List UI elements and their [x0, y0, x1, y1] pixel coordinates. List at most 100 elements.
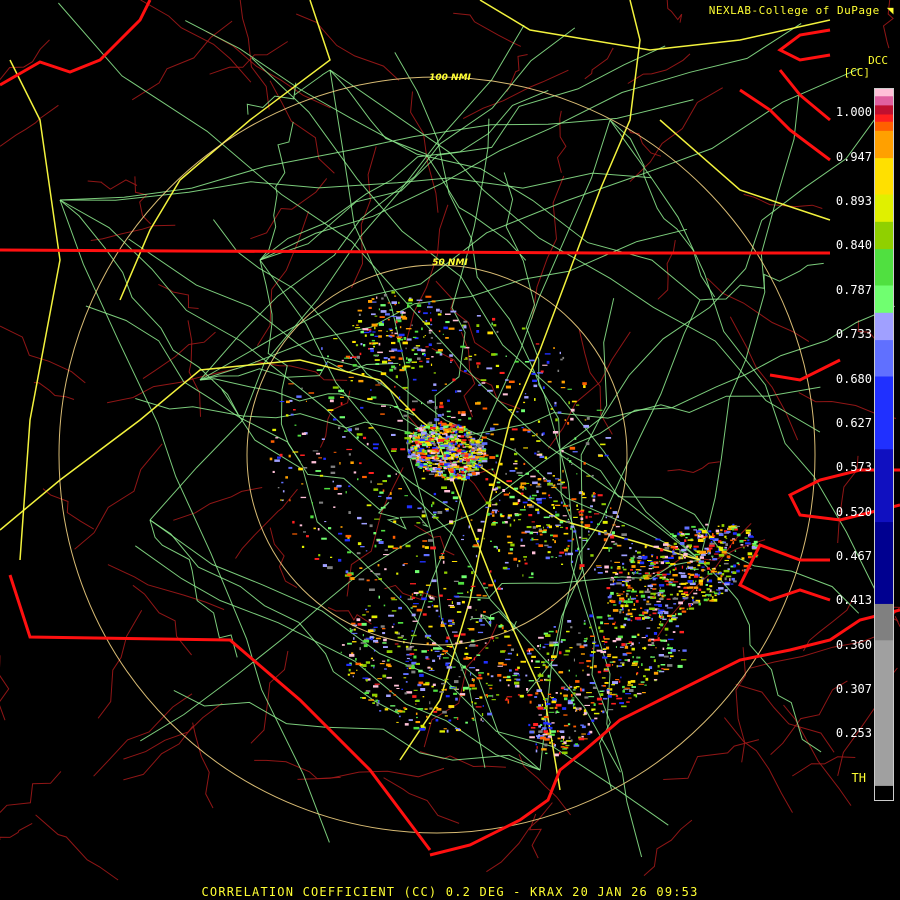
radar-echo	[591, 719, 595, 722]
radar-echo	[403, 414, 407, 417]
radar-echo	[642, 692, 646, 694]
radar-echo	[561, 563, 564, 565]
radar-echo	[520, 660, 526, 663]
radar-echo	[658, 584, 665, 587]
radar-echo	[546, 526, 549, 529]
radar-echo	[586, 475, 591, 477]
radar-echo	[542, 727, 547, 730]
radar-echo	[552, 475, 555, 477]
radar-echo	[647, 560, 652, 561]
radar-echo	[528, 723, 531, 727]
radar-echo	[426, 358, 430, 360]
radar-echo	[603, 638, 610, 640]
radar-echo	[406, 667, 409, 670]
radar-echo	[297, 434, 302, 437]
radar-echo	[395, 320, 398, 324]
radar-echo	[479, 456, 485, 458]
radar-echo	[424, 708, 428, 710]
radar-echo	[468, 431, 471, 434]
radar-echo	[315, 470, 322, 472]
radar-echo	[449, 606, 455, 608]
radar-echo	[582, 497, 587, 499]
radar-echo	[609, 692, 612, 694]
radar-echo	[660, 548, 664, 552]
radar-echo	[522, 489, 524, 491]
radar-echo	[516, 471, 523, 474]
radar-echo	[562, 469, 564, 473]
radar-echo	[631, 578, 635, 580]
radar-echo	[615, 525, 620, 528]
radar-echo	[509, 492, 511, 494]
radar-echo	[355, 344, 359, 347]
radar-echo	[540, 370, 544, 373]
radar-echo	[517, 499, 521, 502]
radar-echo	[546, 702, 551, 706]
radar-echo	[544, 643, 549, 645]
radar-echo	[573, 725, 577, 728]
radar-echo	[370, 349, 374, 353]
radar-echo	[402, 341, 408, 345]
radar-echo	[439, 446, 445, 449]
radar-echo	[715, 573, 718, 575]
radar-echo	[701, 566, 705, 568]
radar-echo	[679, 542, 685, 545]
radar-echo	[436, 453, 440, 455]
radar-echo	[616, 697, 623, 700]
radar-echo	[439, 449, 443, 451]
radar-echo	[386, 676, 392, 679]
radar-echo	[546, 479, 551, 483]
radar-echo	[516, 411, 519, 413]
radar-echo	[412, 605, 417, 608]
radar-echo	[379, 316, 385, 318]
radar-echo	[437, 471, 443, 474]
radar-echo	[485, 501, 492, 505]
radar-echo	[382, 642, 387, 644]
county-line	[0, 822, 33, 840]
radar-echo	[427, 649, 429, 651]
radar-echo	[325, 362, 328, 365]
radar-echo	[467, 628, 470, 629]
radar-echo	[653, 632, 658, 635]
radar-echo	[355, 658, 357, 661]
radar-echo	[586, 692, 592, 694]
radar-echo	[405, 660, 409, 662]
interstate-line	[0, 359, 701, 561]
radar-echo	[474, 537, 479, 540]
radar-echo	[498, 549, 501, 552]
radar-echo	[344, 430, 348, 432]
highway-line	[59, 99, 694, 201]
radar-echo	[471, 687, 477, 690]
radar-echo	[705, 523, 709, 526]
radar-echo	[539, 644, 541, 648]
radar-echo	[451, 601, 453, 604]
radar-echo	[675, 613, 677, 616]
radar-echo	[468, 358, 472, 361]
radar-map	[0, 0, 900, 881]
radar-echo	[612, 511, 618, 514]
radar-echo	[538, 544, 544, 547]
radar-echo	[463, 433, 467, 436]
radar-echo	[649, 614, 652, 616]
county-line	[90, 224, 176, 241]
radar-echo	[624, 604, 629, 608]
radar-echo	[398, 606, 402, 610]
radar-echo	[322, 564, 327, 567]
radar-echo	[666, 598, 671, 600]
state-border-va-nc	[0, 248, 830, 255]
radar-echo	[477, 440, 479, 441]
radar-echo	[591, 651, 596, 653]
radar-echo	[497, 587, 501, 590]
radar-echo	[388, 362, 394, 364]
radar-echo	[519, 383, 521, 385]
radar-echo	[497, 510, 500, 512]
radar-echo	[580, 517, 584, 520]
radar-echo	[439, 657, 441, 660]
radar-echo	[705, 533, 708, 537]
radar-echo	[330, 471, 336, 474]
radar-echo	[564, 419, 567, 421]
highway-line	[377, 501, 430, 530]
radar-echo	[691, 525, 696, 528]
radar-echo	[572, 451, 578, 453]
radar-echo	[433, 511, 437, 514]
radar-echo	[330, 556, 333, 558]
